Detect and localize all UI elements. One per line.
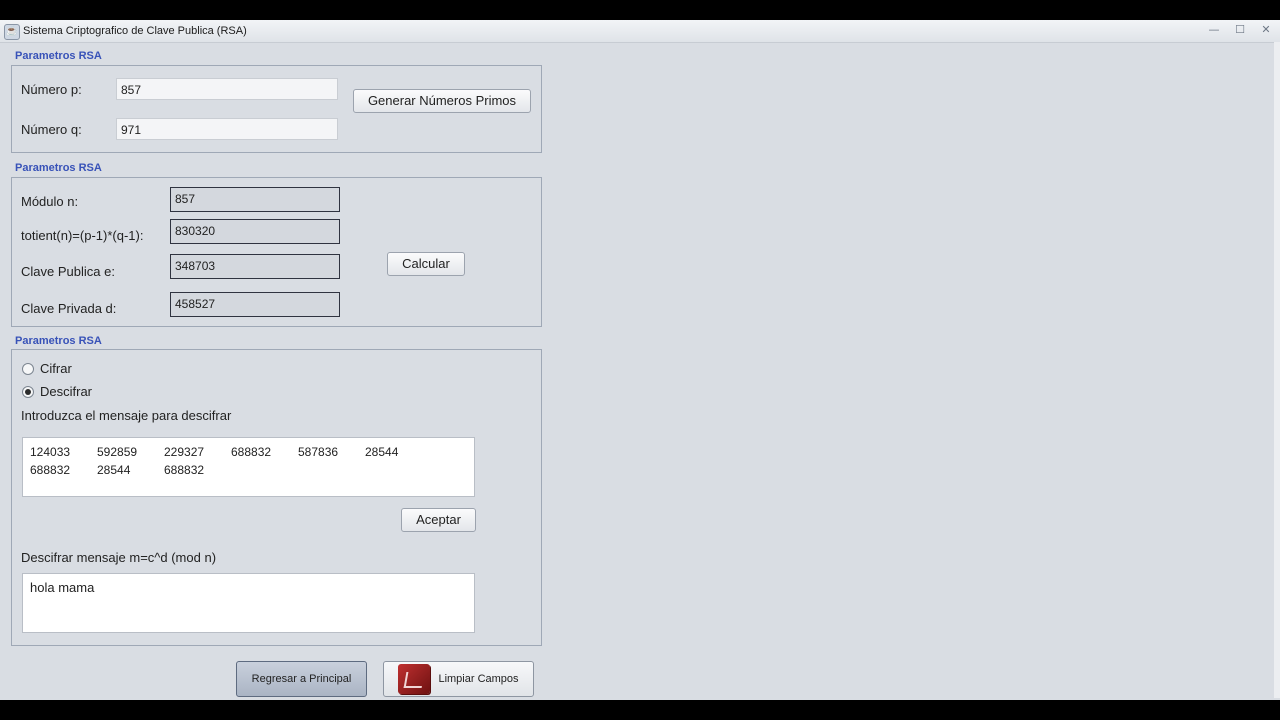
window-controls: — ☐ ✕ <box>1206 23 1274 37</box>
section2-label: Parametros RSA <box>15 162 102 174</box>
right-edge <box>1274 42 1280 698</box>
public-key-label: Clave Publica e: <box>21 264 115 279</box>
window-title: Sistema Criptografico de Clave Publica (… <box>23 25 247 37</box>
cipher-value: 229327 <box>164 445 205 459</box>
input-prompt-label: Introduzca el mensaje para descifrar <box>21 408 232 423</box>
cipher-value: 688832 <box>231 445 272 459</box>
section3-label: Parametros RSA <box>15 335 102 347</box>
totient-input[interactable]: 830320 <box>170 219 340 244</box>
accept-button[interactable]: Aceptar <box>401 508 476 532</box>
section1-label: Parametros RSA <box>15 50 102 62</box>
cipher-value: 28544 <box>97 463 131 477</box>
generate-primes-button[interactable]: Generar Números Primos <box>353 89 531 113</box>
private-key-label: Clave Privada d: <box>21 301 117 316</box>
window-app-icon: ☕ <box>4 24 20 40</box>
back-to-main-button[interactable]: Regresar a Principal <box>236 661 367 697</box>
maximize-icon[interactable]: ☐ <box>1232 23 1248 37</box>
title-bar: ☕ Sistema Criptografico de Clave Publica… <box>0 20 1280 43</box>
keys-panel: Módulo n: 857 totient(n)=(p-1)*(q-1): 83… <box>11 177 542 327</box>
close-icon[interactable]: ✕ <box>1258 23 1274 37</box>
modulo-n-label: Módulo n: <box>21 194 79 209</box>
calculate-button[interactable]: Calcular <box>387 252 465 276</box>
radio-cifrar-button[interactable] <box>22 362 34 375</box>
minimize-icon[interactable]: — <box>1206 23 1222 37</box>
cipher-value: 124033 <box>30 445 71 459</box>
radio-descifrar-button[interactable] <box>22 385 34 398</box>
cipher-line-1: 124033 592859 229327 688832 587836 28544 <box>30 443 474 461</box>
radio-descifrar-label: Descifrar <box>40 384 93 399</box>
radio-descifrar[interactable]: Descifrar <box>22 384 92 399</box>
book-icon <box>398 664 431 694</box>
cipher-value: 688832 <box>164 463 205 477</box>
q-input[interactable]: 971 <box>116 118 338 140</box>
app-window: ☕ Sistema Criptografico de Clave Publica… <box>0 20 1280 700</box>
clear-fields-label: Limpiar Campos <box>438 673 519 685</box>
public-key-input[interactable]: 348703 <box>170 254 340 279</box>
clear-fields-button[interactable]: Limpiar Campos <box>383 661 534 697</box>
primes-panel: Número p: 857 Número q: 971 Generar Núme… <box>11 65 542 153</box>
cipher-value: 587836 <box>298 445 339 459</box>
p-input[interactable]: 857 <box>116 78 338 100</box>
output-textarea[interactable]: hola mama <box>22 573 475 633</box>
output-label: Descifrar mensaje m=c^d (mod n) <box>21 550 217 565</box>
modulo-n-input[interactable]: 857 <box>170 187 340 212</box>
q-label: Número q: <box>21 122 82 137</box>
p-label: Número p: <box>21 82 82 97</box>
private-key-input[interactable]: 458527 <box>170 292 340 317</box>
cipher-value: 592859 <box>97 445 138 459</box>
radio-cifrar-label: Cifrar <box>40 361 72 376</box>
cipher-value: 688832 <box>30 463 71 477</box>
totient-label: totient(n)=(p-1)*(q-1): <box>21 228 144 243</box>
cipher-textarea[interactable]: 124033 592859 229327 688832 587836 28544… <box>22 437 475 497</box>
radio-cifrar[interactable]: Cifrar <box>22 361 72 376</box>
cipher-value: 28544 <box>365 445 399 459</box>
cipher-line-2: 688832 28544 688832 <box>30 461 474 479</box>
